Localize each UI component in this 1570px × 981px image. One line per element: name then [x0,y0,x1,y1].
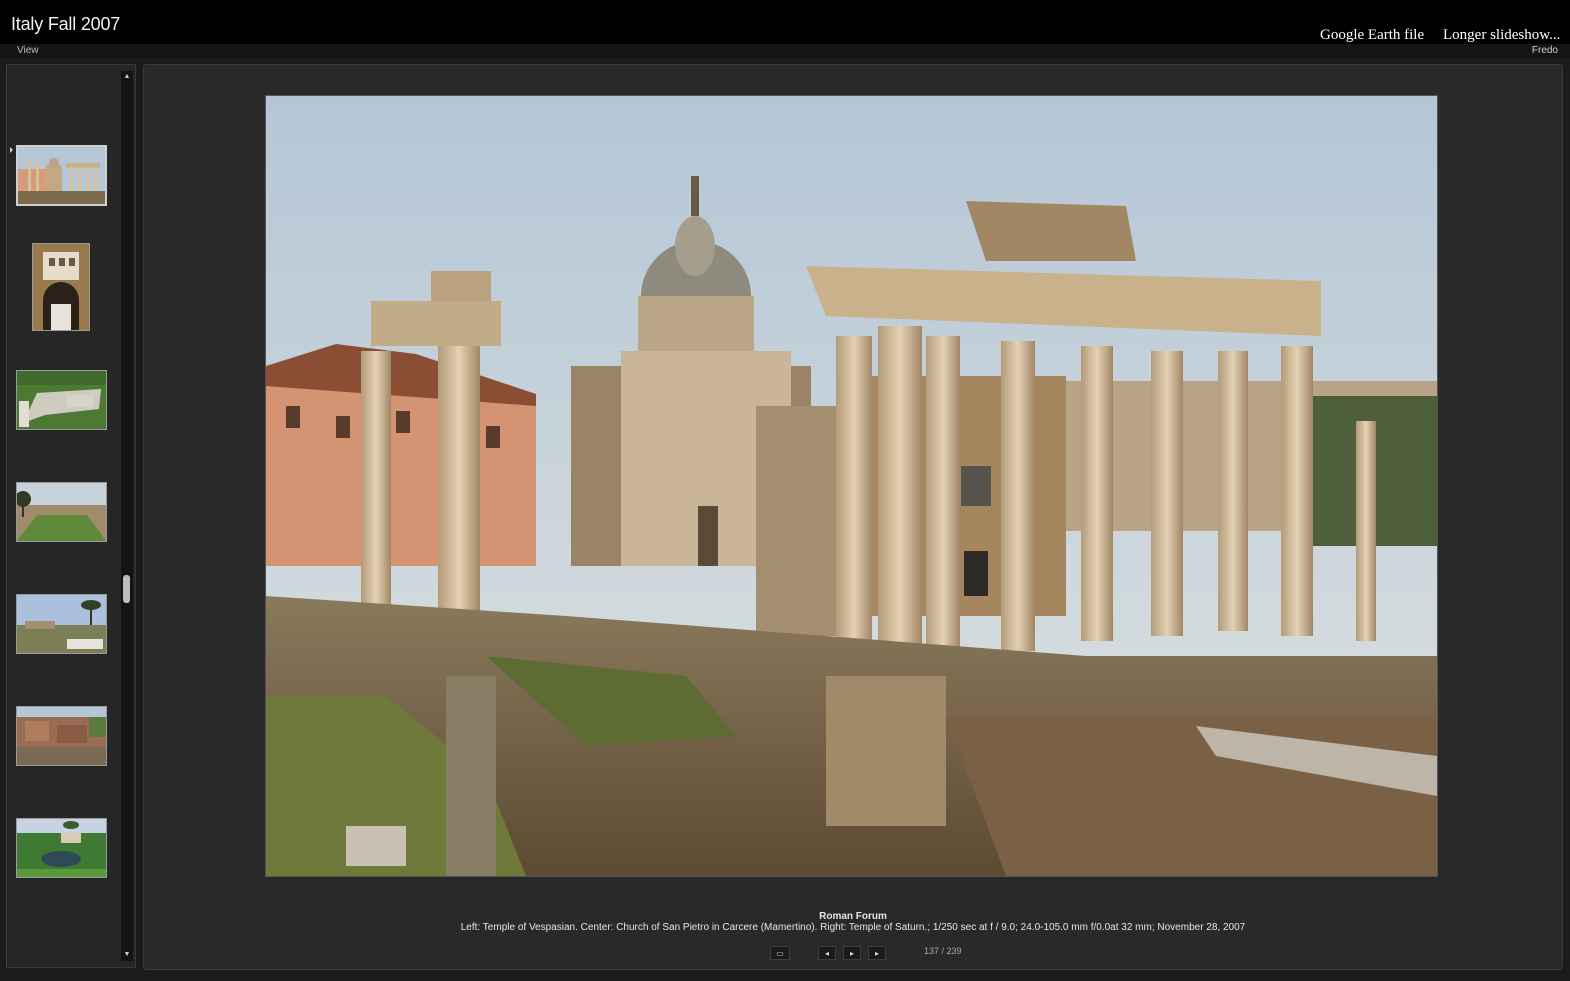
thumbnail-image [17,707,106,765]
previous-icon[interactable]: ◂ [818,946,836,960]
thumbnail-ruins-on-grass[interactable] [16,370,107,430]
thumbnail-garden-pond[interactable] [16,818,107,878]
gallery-title: Italy Fall 2007 [11,14,121,34]
menu-bar [0,44,1570,58]
thumbnail-image [17,595,106,653]
author-name: Fredo [1531,45,1558,56]
thumbnail-archway[interactable] [32,243,90,331]
thumbnail-image [17,371,106,429]
filmstrip-scrollbar[interactable]: ▲ ▼ [121,71,133,961]
thumbnail-brick-ruins[interactable] [16,706,107,766]
thumbnail-image [17,483,106,541]
thumbnail-image [18,147,105,204]
next-icon[interactable]: ▸ [868,946,886,960]
thumbnail-image [17,819,106,877]
screen-icon[interactable]: ▭ [770,946,790,960]
selected-marker-icon [10,147,13,153]
thumbnail-stadium-field[interactable] [16,482,107,542]
scroll-up-arrow-icon[interactable]: ▲ [121,71,133,83]
view-menu[interactable]: View [17,45,39,56]
photo-description: Left: Temple of Vespasian. Center: Churc… [460,922,1246,933]
google-earth-link[interactable]: Google Earth file [1320,27,1424,44]
photo-counter: 137 / 239 [924,946,962,956]
thumbnail-image [33,244,89,330]
photo-viewer-panel: Roman Forum Left: Temple of Vespasian. C… [143,64,1563,970]
photo-title: Roman Forum [819,911,887,922]
filmstrip-panel: ▲ ▼ [6,64,136,968]
longer-slideshow-link[interactable]: Longer slideshow... [1443,27,1560,44]
roman-forum-photo [266,96,1437,876]
scroll-down-arrow-icon[interactable]: ▼ [121,949,133,961]
thumbnail-pines-landscape[interactable] [16,594,107,654]
play-icon[interactable]: ▸ [843,946,861,960]
main-photo [265,95,1438,877]
thumbnail-roman-forum[interactable] [16,145,107,206]
scrollbar-thumb[interactable] [123,575,130,603]
